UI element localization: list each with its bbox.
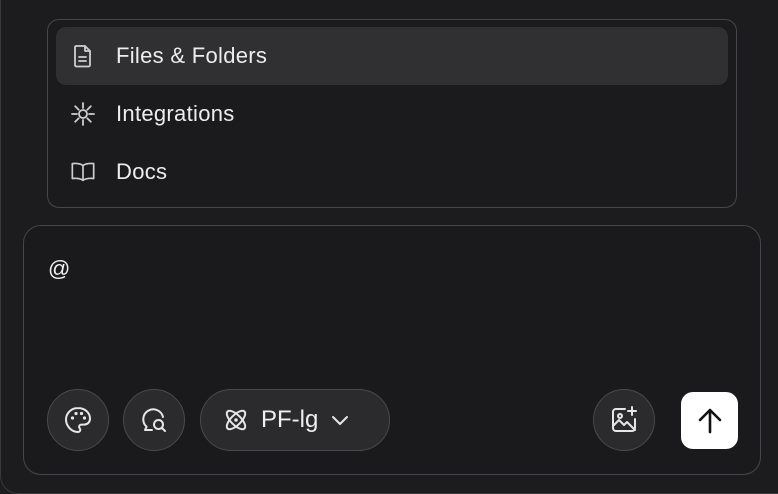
atom-icon [221,405,251,435]
arrow-up-icon [697,407,723,435]
chevron-down-icon [330,414,350,426]
model-selector[interactable]: PF-lg [200,389,390,451]
menu-item-label: Integrations [116,101,235,126]
mention-menu: Files & Folders Integrations Docs [47,19,737,208]
add-image-button[interactable] [593,389,655,451]
menu-item-integrations[interactable]: Integrations [56,85,728,143]
file-icon [70,43,96,69]
menu-item-docs[interactable]: Docs [56,143,728,201]
search-chat-button[interactable] [123,389,185,451]
search-chat-icon [139,405,169,435]
menu-item-label: Files & Folders [116,43,268,68]
model-label: PF-lg [261,406,319,433]
send-button[interactable] [681,392,738,449]
chat-window: Files & Folders Integrations Docs @ PF-l… [0,0,778,494]
integrations-icon [70,101,96,127]
message-composer: @ PF-lg [23,225,761,475]
message-input[interactable]: @ [48,256,70,282]
palette-icon [63,405,93,435]
image-add-icon [609,405,639,435]
style-button[interactable] [47,389,109,451]
book-icon [70,159,96,185]
menu-item-label: Docs [116,159,168,184]
menu-item-files-folders[interactable]: Files & Folders [56,27,728,85]
